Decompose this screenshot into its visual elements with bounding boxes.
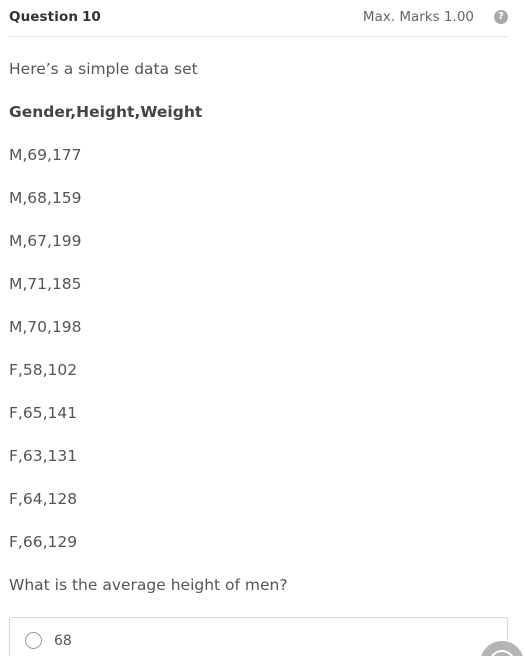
dataset-row: F,58,102	[9, 361, 78, 379]
dataset-header-row: Gender,Height,Weight	[9, 103, 203, 121]
question-number: 10	[82, 9, 101, 25]
dataset-row: M,71,185	[9, 275, 82, 293]
max-marks: Max. Marks 1.00	[362, 9, 474, 25]
radio-button[interactable]	[25, 632, 42, 649]
help-circle-icon[interactable]: ?	[494, 10, 508, 24]
question-header: Question 10 Max. Marks 1.00 ?	[9, 0, 508, 37]
answer-option[interactable]: 68	[9, 617, 508, 656]
question-page: Question 10 Max. Marks 1.00 ? Here’s a s…	[0, 0, 525, 656]
question-label: Question	[9, 9, 79, 25]
dataset-row: M,70,198	[9, 318, 82, 336]
dataset-row: F,65,141	[9, 404, 78, 422]
dataset-row: M,68,159	[9, 189, 82, 207]
answer-option-label: 68	[54, 633, 72, 649]
dataset-row: F,63,131	[9, 447, 78, 465]
dataset-row: F,64,128	[9, 490, 78, 508]
question-prompt: What is the average height of men?	[9, 576, 288, 594]
dataset-row: M,67,199	[9, 232, 82, 250]
dataset-row: F,66,129	[9, 533, 78, 551]
question-intro: Here’s a simple data set	[9, 60, 198, 78]
dataset-row: M,69,177	[9, 146, 82, 164]
